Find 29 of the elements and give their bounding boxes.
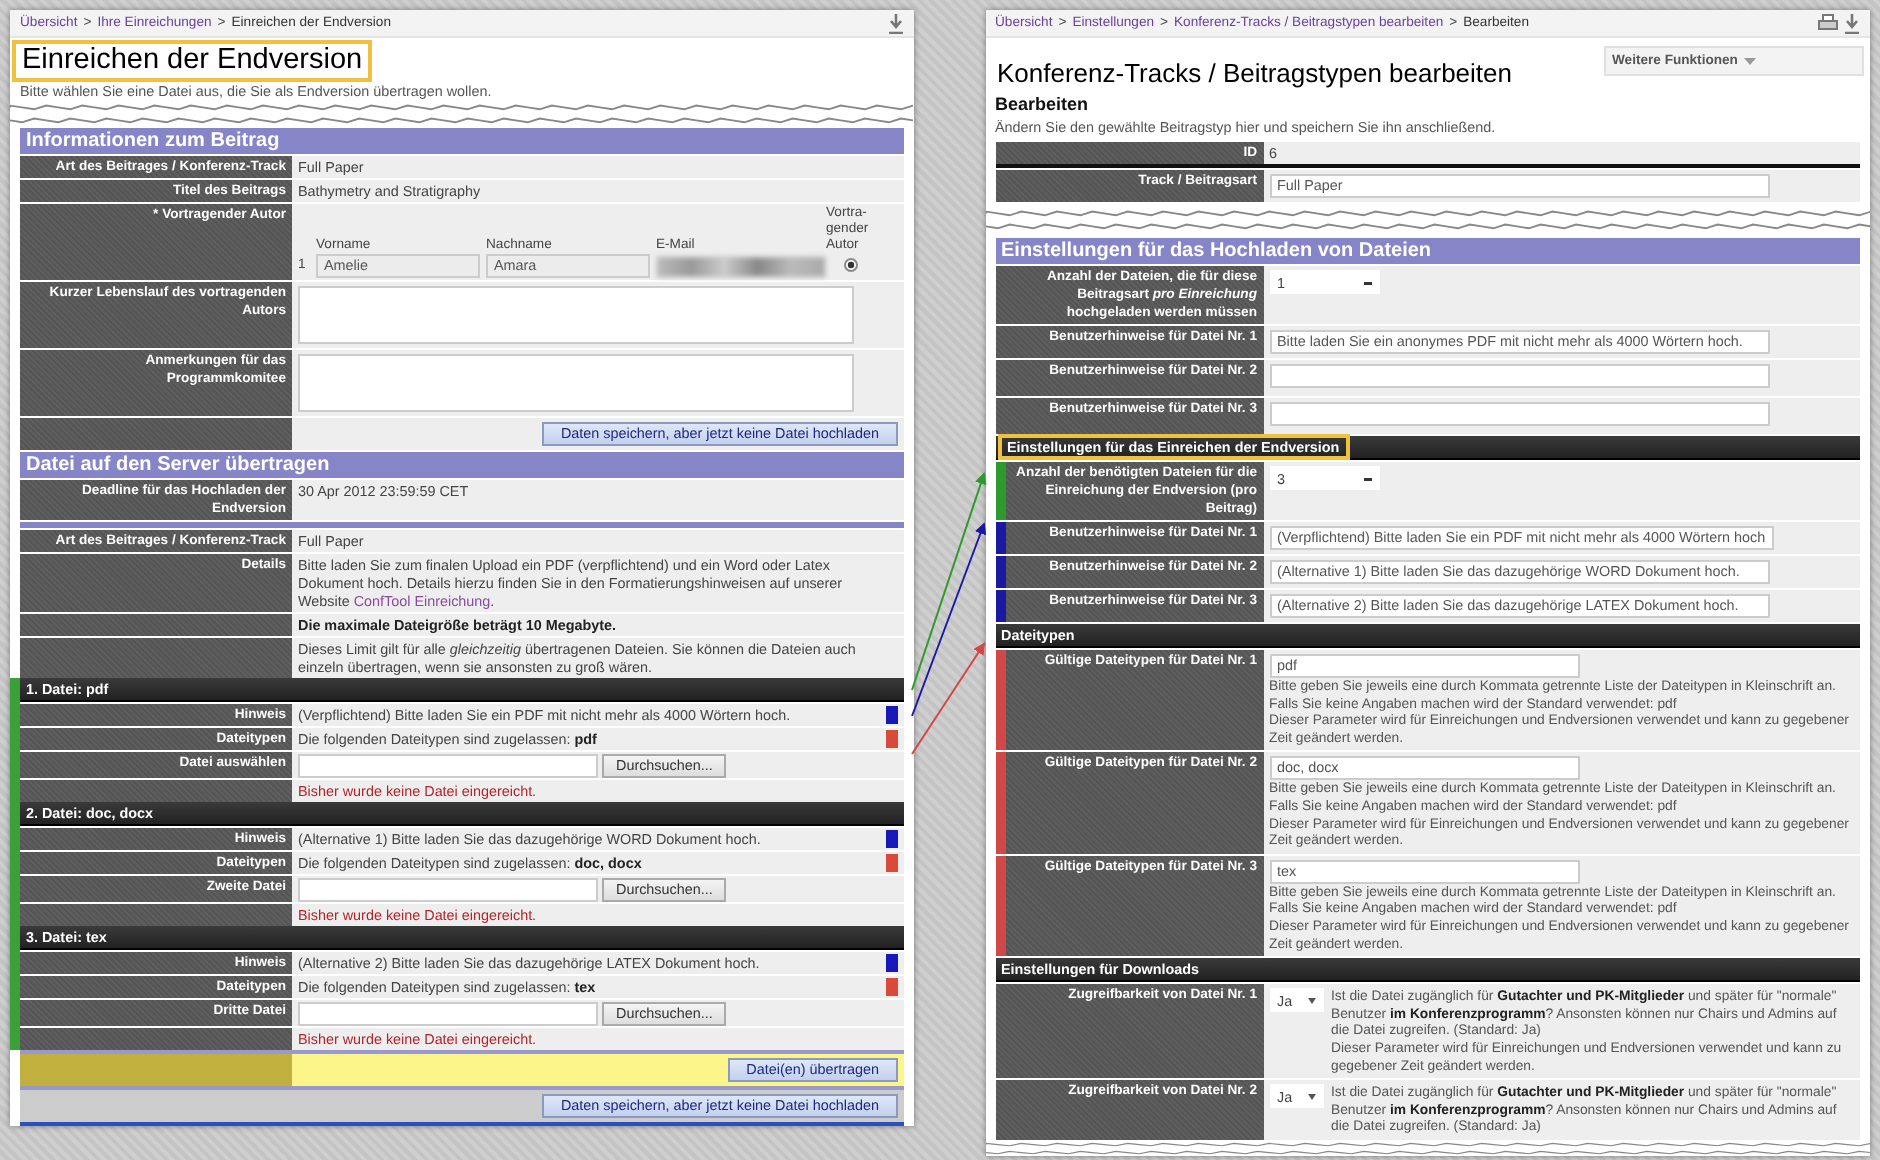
download-icon[interactable]	[887, 13, 903, 33]
file-field[interactable]	[298, 878, 598, 902]
download-icon[interactable]	[1844, 13, 1860, 33]
dropdown-icon	[1307, 1093, 1315, 1100]
section-title: Bearbeiten	[995, 92, 1091, 116]
dropdown-icon	[1363, 279, 1371, 285]
file-field[interactable]	[298, 1002, 598, 1026]
dropdown-icon	[1363, 475, 1371, 481]
email-field[interactable]	[656, 256, 826, 278]
row-marker	[885, 830, 897, 848]
text-field[interactable]	[1269, 402, 1769, 426]
row-marker	[885, 730, 897, 748]
page-title: Konferenz-Tracks / Beitragstypen bearbeiten	[995, 58, 1514, 88]
section-header: Informationen zum Beitrag	[20, 128, 903, 154]
text-area[interactable]	[298, 354, 854, 412]
text-field[interactable]	[1269, 364, 1769, 388]
section-header: Datei auf den Server übertragen	[20, 452, 903, 478]
row-marker	[885, 978, 897, 996]
radio-button[interactable]	[844, 258, 858, 272]
row-marker	[885, 854, 897, 872]
page-title: Einreichen der Endversion	[16, 44, 369, 78]
text-area[interactable]	[298, 286, 854, 344]
dropdown-icon	[1307, 997, 1315, 1004]
file-field[interactable]	[298, 754, 598, 778]
section-header: Einstellungen für das Hochladen von Dateien	[995, 238, 1860, 264]
caret-icon	[1743, 57, 1756, 65]
row-marker	[885, 954, 897, 972]
row-marker	[885, 706, 897, 724]
print-icon[interactable]	[1818, 13, 1838, 31]
